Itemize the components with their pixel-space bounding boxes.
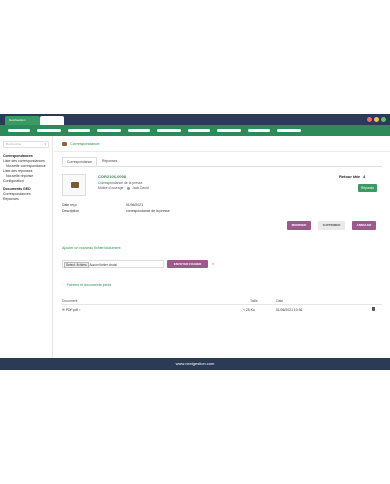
nav-item[interactable] xyxy=(37,129,61,132)
delete-button[interactable]: SUPPRIMER xyxy=(318,221,345,230)
sidebar-item-documents-ged[interactable]: Documents GED xyxy=(3,187,31,191)
no-file-text: Aucun fichier choisi xyxy=(89,263,117,267)
document-name-link[interactable]: PDF.pdf xyxy=(66,308,78,312)
maximize-window-icon[interactable] xyxy=(381,117,386,122)
close-window-icon[interactable] xyxy=(367,117,372,122)
tab-correspondance[interactable]: Correspondance xyxy=(62,157,98,166)
column-document: Document xyxy=(62,299,78,303)
record-subtitle: Correspondance de la presse xyxy=(98,181,143,185)
cancel-button[interactable]: ANNULER xyxy=(352,221,376,230)
correspondance-icon xyxy=(62,142,67,146)
column-date: Date xyxy=(276,299,284,303)
sidebar-item-configuration[interactable]: Configuration xyxy=(3,179,24,183)
retour-value: 4 xyxy=(363,174,366,179)
status-badge: Répondu xyxy=(358,184,377,192)
maitre-ouvrage: Maître d'ouvrage : Jack David xyxy=(98,186,149,190)
choose-file-button[interactable]: Select. fichiers xyxy=(64,262,89,268)
sidebar-item-liste-reponses[interactable]: Liste des réponses xyxy=(3,169,32,173)
document-date: 01/06/2021 10:36 xyxy=(276,308,303,312)
breadcrumb: Correspondance xyxy=(70,141,100,146)
folder-icon: 🗀 xyxy=(62,283,66,287)
footer: www.nextgestion.com xyxy=(0,358,390,370)
nav-item[interactable] xyxy=(68,129,90,132)
field-value-date: 01/06/2021 xyxy=(126,203,143,207)
attachments-title: 🗀 Fichiers et documents joints xyxy=(62,283,111,289)
divider xyxy=(62,304,382,305)
top-nav xyxy=(0,125,390,136)
nav-item[interactable] xyxy=(157,129,181,132)
record-reference: COR2106-0008 xyxy=(98,174,127,179)
nav-item[interactable] xyxy=(97,129,121,132)
sidebar-item-correspondances[interactable]: Correspondances xyxy=(3,154,33,158)
close-icon[interactable]: × xyxy=(212,260,214,268)
sidebar-item-nouvelle-correspondance[interactable]: Nouvelle correspondance xyxy=(6,164,46,168)
main-content: Correspondance Correspondance Réponses C… xyxy=(54,136,390,358)
send-file-button[interactable]: ENVOYER FICHIER xyxy=(167,260,208,268)
minimize-window-icon[interactable] xyxy=(374,117,379,122)
preview-icon[interactable]: ⌕ xyxy=(79,308,81,312)
divider xyxy=(54,151,390,152)
chevron-down-icon[interactable]: ▾ xyxy=(44,142,46,147)
nav-item[interactable] xyxy=(277,129,301,132)
app-tab[interactable]: NextGestion xyxy=(5,116,40,125)
maitre-label: Maître d'ouvrage : xyxy=(98,186,126,190)
retour-label: Retour tâte xyxy=(339,174,361,179)
field-label-date: Date reçu xyxy=(62,203,77,207)
nav-item[interactable] xyxy=(128,129,150,132)
correspondance-icon xyxy=(71,182,79,188)
trash-icon[interactable] xyxy=(372,307,375,311)
sidebar-item-ged-correspondances[interactable]: Correspondances xyxy=(3,192,31,196)
nav-item[interactable] xyxy=(217,129,241,132)
add-file-title[interactable]: Ajouter un nouveau fichier/document xyxy=(62,246,121,250)
table-row: 🗎 PDF.pdf ⌕ xyxy=(62,308,81,314)
field-value-description: correspondance de la presse xyxy=(126,209,170,213)
title-bar: NextGestion xyxy=(0,114,390,125)
file-input[interactable]: Select. fichiers Aucun fichier choisi xyxy=(62,260,164,268)
nav-item[interactable] xyxy=(188,129,210,132)
record-thumbnail xyxy=(62,174,86,196)
attachments-title-label: Fichiers et documents joints xyxy=(66,283,112,287)
new-tab[interactable] xyxy=(40,116,64,125)
sidebar-item-nouvelle-reponse[interactable]: Nouvelle réponse xyxy=(6,174,33,178)
sidebar-item-liste-correspondances[interactable]: Liste des correspondances xyxy=(3,159,45,163)
nav-item[interactable] xyxy=(8,129,30,132)
app-window: NextGestion Rechercher ▾ Correspondances… xyxy=(0,114,390,370)
nav-item[interactable] xyxy=(248,129,270,132)
sidebar: Rechercher ▾ Correspondances Liste des c… xyxy=(0,136,53,358)
modify-button[interactable]: MODIFIER xyxy=(287,221,311,230)
pdf-icon: 🗎 xyxy=(62,308,65,312)
divider xyxy=(62,166,382,167)
column-size: Taille xyxy=(250,299,258,303)
tab-reponses[interactable]: Réponses xyxy=(98,157,121,166)
sidebar-search-input[interactable]: Rechercher ▾ xyxy=(3,141,49,148)
document-size: < 25 Ko xyxy=(243,308,255,312)
avatar xyxy=(127,186,131,190)
sidebar-item-ged-reponses[interactable]: Réponses xyxy=(3,197,19,201)
field-label-description: Description xyxy=(62,209,79,213)
search-placeholder: Rechercher xyxy=(6,142,22,146)
maitre-value[interactable]: Jack David xyxy=(132,186,149,190)
